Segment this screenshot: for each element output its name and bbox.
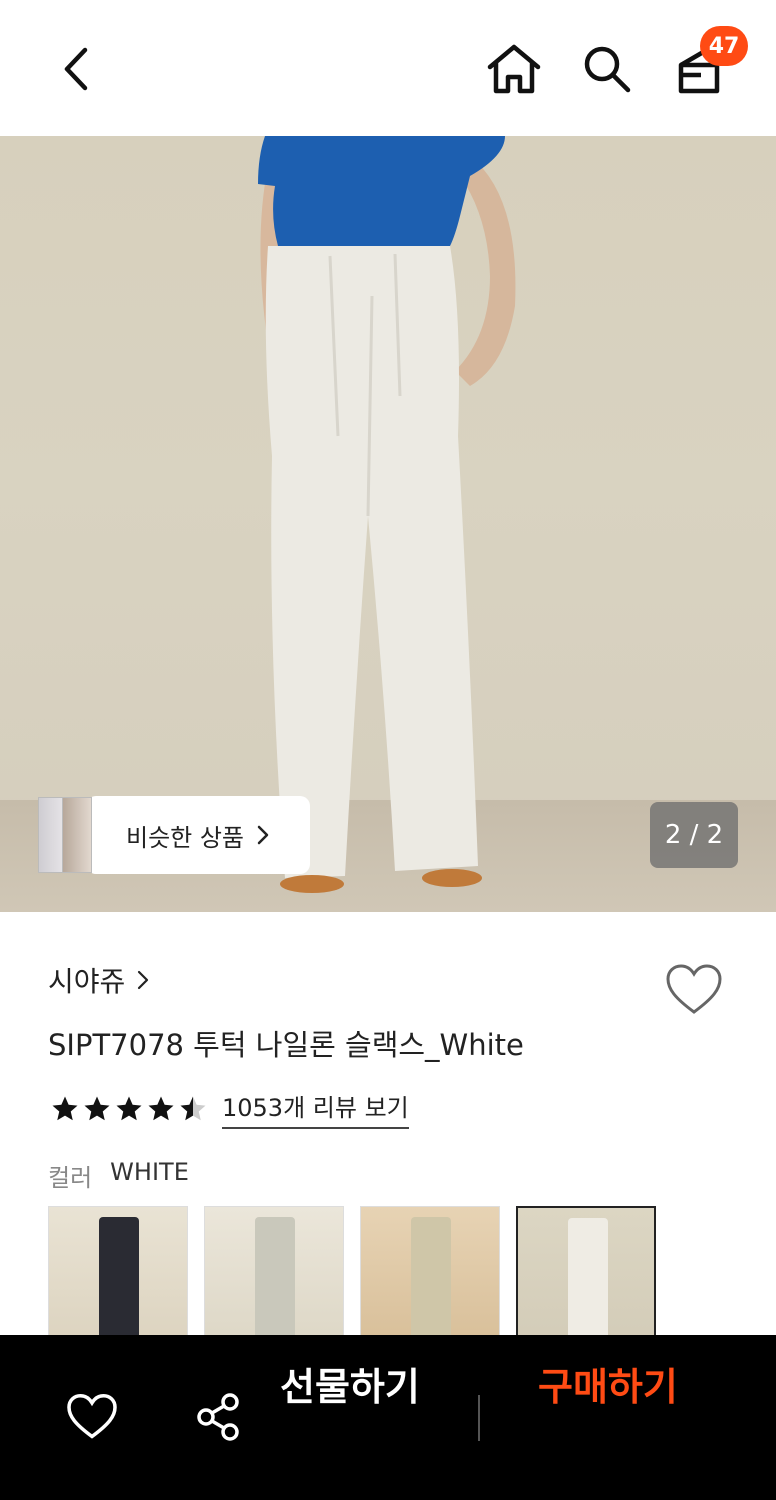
- home-button[interactable]: [478, 34, 550, 104]
- half-star-icon: [180, 1096, 206, 1120]
- review-link[interactable]: 1053개 리뷰 보기: [222, 1088, 409, 1129]
- home-icon: [487, 44, 541, 94]
- swatch-product-image: [99, 1217, 139, 1341]
- color-swatch-white[interactable]: [516, 1206, 656, 1346]
- cart-count-badge: 47: [700, 26, 748, 66]
- gift-button[interactable]: 선물하기: [280, 1357, 420, 1417]
- star-icon: [116, 1096, 142, 1120]
- bottom-divider: [478, 1395, 480, 1441]
- similar-thumbnail: [62, 797, 92, 873]
- wishlist-button[interactable]: [662, 960, 726, 1020]
- color-swatch-grey[interactable]: [204, 1206, 344, 1346]
- star-icon: [84, 1096, 110, 1120]
- heart-icon: [666, 964, 722, 1014]
- star-rating: [50, 1094, 208, 1124]
- chevron-right-icon: [257, 825, 269, 845]
- color-option-row: 컬러 WHITE: [48, 1158, 189, 1193]
- color-swatches: [48, 1206, 656, 1346]
- similar-products-label-box: 비슷한 상품: [86, 796, 310, 874]
- similar-thumbnails: [38, 797, 92, 873]
- rating-row: 1053개 리뷰 보기: [50, 1088, 409, 1129]
- share-icon: [197, 1393, 239, 1441]
- search-icon: [584, 46, 631, 93]
- bottom-action-bar: 선물하기 구매하기: [0, 1335, 776, 1500]
- bottom-wishlist-button[interactable]: [56, 1381, 128, 1453]
- color-value: WHITE: [110, 1158, 189, 1186]
- chevron-right-icon: [138, 970, 149, 990]
- heart-icon: [67, 1394, 117, 1439]
- brand-link[interactable]: 시야쥬: [48, 960, 149, 1000]
- product-image[interactable]: 비슷한 상품 2 / 2: [0, 136, 776, 912]
- swatch-product-image: [568, 1218, 608, 1342]
- back-button[interactable]: [40, 34, 110, 104]
- swatch-product-image: [411, 1217, 451, 1341]
- similar-products-button[interactable]: 비슷한 상품: [38, 796, 310, 874]
- color-swatch-black[interactable]: [48, 1206, 188, 1346]
- color-swatch-beige[interactable]: [360, 1206, 500, 1346]
- search-button[interactable]: [572, 34, 642, 104]
- star-icon: [148, 1096, 174, 1120]
- image-page-indicator: 2 / 2: [650, 802, 738, 868]
- share-button[interactable]: [182, 1381, 254, 1453]
- product-title: SIPT7078 투턱 나일론 슬랙스_White: [48, 1028, 524, 1062]
- similar-products-label: 비슷한 상품: [125, 823, 245, 852]
- swatch-product-image: [255, 1217, 295, 1341]
- back-icon: [64, 47, 88, 91]
- top-header: 47: [0, 0, 776, 136]
- buy-button[interactable]: 구매하기: [538, 1357, 678, 1417]
- brand-name: 시야쥬: [48, 965, 126, 998]
- color-label: 컬러: [48, 1164, 93, 1192]
- star-icon: [52, 1096, 78, 1120]
